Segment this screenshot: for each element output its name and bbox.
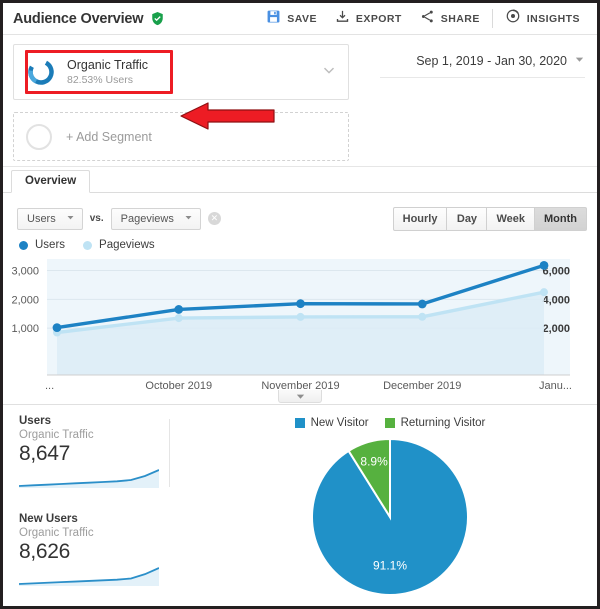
users-vs-pageviews-chart[interactable]: 1,000 2,000 3,000 2,000 4,000 6,000... October… bbox=[3, 253, 597, 392]
svg-text:1,000: 1,000 bbox=[11, 323, 39, 335]
save-button[interactable]: SAVE bbox=[257, 7, 326, 31]
green-shield-check-icon bbox=[150, 11, 165, 26]
export-download-icon bbox=[335, 9, 350, 29]
granularity-week[interactable]: Week bbox=[487, 206, 536, 231]
svg-text:3,000: 3,000 bbox=[11, 266, 39, 278]
legend-item-pageviews[interactable]: Pageviews bbox=[83, 239, 155, 251]
report-header: Audience Overview SAVE EXPORT SHARE INSI… bbox=[3, 3, 597, 35]
legend-label-pageviews: Pageviews bbox=[99, 239, 155, 251]
svg-text:November 2019: November 2019 bbox=[261, 380, 339, 389]
add-segment-button[interactable]: + Add Segment bbox=[13, 112, 349, 161]
share-nodes-icon bbox=[420, 9, 435, 29]
report-toolbar: SAVE EXPORT SHARE INSIGHTS bbox=[257, 7, 589, 31]
pie-legend-item-returning-visitor[interactable]: Returning Visitor bbox=[384, 417, 486, 429]
insights-button[interactable]: INSIGHTS bbox=[496, 7, 589, 31]
svg-text:4,000: 4,000 bbox=[542, 294, 570, 306]
pie-legend-label-returning-visitor: Returning Visitor bbox=[400, 417, 486, 429]
vs-label: vs. bbox=[89, 213, 104, 224]
metric-card-title: Users bbox=[19, 415, 51, 427]
chevron-down-icon bbox=[574, 54, 585, 68]
metric-cards-column: Users Organic Traffic 8,647 New Users Or… bbox=[3, 405, 183, 595]
svg-text:December 2019: December 2019 bbox=[383, 380, 461, 389]
metric-card-value: 8,647 bbox=[19, 442, 71, 465]
add-segment-circle-icon bbox=[26, 123, 52, 150]
segment-subtitle: 82.53% Users bbox=[67, 73, 133, 86]
metric-card-subtitle: Organic Traffic bbox=[19, 429, 94, 441]
tab-overview[interactable]: Overview bbox=[11, 170, 91, 193]
tab-strip: Overview bbox=[3, 167, 597, 193]
granularity-hourly[interactable]: Hourly bbox=[392, 206, 448, 231]
segment-text: Organic Traffic 82.53% Users bbox=[67, 58, 148, 87]
chart-footer bbox=[3, 389, 597, 405]
date-range-underline bbox=[380, 77, 585, 78]
segments-column: Organic Traffic 82.53% Users + Add Segme… bbox=[13, 44, 349, 161]
close-x-icon[interactable]: ✕ bbox=[207, 212, 221, 225]
svg-text:2,000: 2,000 bbox=[542, 323, 570, 335]
bottom-panels: Users Organic Traffic 8,647 New Users Or… bbox=[3, 405, 597, 597]
pie-legend-swatch-returning-visitor bbox=[384, 418, 395, 428]
add-segment-label: + Add Segment bbox=[66, 129, 152, 144]
chart-legend: Users Pageviews bbox=[3, 235, 597, 253]
chart-collapse-handle[interactable] bbox=[278, 390, 322, 403]
segment-donut-icon bbox=[26, 57, 56, 87]
date-range-label: Sep 1, 2019 - Jan 30, 2020 bbox=[416, 54, 567, 68]
save-label: SAVE bbox=[287, 12, 317, 25]
toolbar-divider bbox=[491, 9, 493, 28]
pie-legend-label-new-visitor: New Visitor bbox=[310, 417, 369, 429]
metric-card-value: 8,626 bbox=[19, 540, 71, 563]
svg-text:2,000: 2,000 bbox=[11, 294, 39, 306]
export-button[interactable]: EXPORT bbox=[326, 7, 411, 31]
sparkline-new-users bbox=[18, 567, 160, 586]
share-label: SHARE bbox=[440, 12, 480, 25]
pie-chart-holder: 91.1% 8.9% bbox=[183, 437, 597, 597]
metric-selector-row: Users vs. Pageviews ✕ Hourly Day Week Mo… bbox=[3, 193, 597, 235]
page-title: Audience Overview bbox=[13, 10, 144, 27]
primary-metric-dropdown[interactable]: Users bbox=[17, 207, 83, 230]
granularity-button-group: Hourly Day Week Month bbox=[392, 206, 587, 231]
granularity-month[interactable]: Month bbox=[535, 206, 587, 231]
secondary-metric-dropdown[interactable]: Pageviews bbox=[110, 207, 201, 230]
insights-circle-icon bbox=[505, 8, 521, 29]
primary-metric-label: Users bbox=[27, 212, 56, 225]
insights-label: INSIGHTS bbox=[526, 12, 580, 25]
segment-name: Organic Traffic bbox=[67, 57, 149, 72]
pie-label-returning-visitor: 8.9% bbox=[360, 455, 388, 469]
export-label: EXPORT bbox=[355, 12, 402, 25]
pie-legend: New Visitor Returning Visitor bbox=[183, 417, 597, 429]
pie-label-new-visitor: 91.1% bbox=[373, 558, 407, 572]
legend-item-users[interactable]: Users bbox=[19, 239, 65, 251]
metric-card-subtitle: Organic Traffic bbox=[19, 527, 94, 539]
share-button[interactable]: SHARE bbox=[411, 7, 489, 31]
chevron-down-icon bbox=[184, 213, 193, 225]
line-chart-svg: 1,0002,0003,0002,0004,0006,000... October… bbox=[11, 259, 572, 392]
segment-card-organic-traffic[interactable]: Organic Traffic 82.53% Users bbox=[13, 44, 349, 100]
chevron-down-icon[interactable] bbox=[320, 61, 338, 84]
secondary-metric-label: Pageviews bbox=[120, 212, 174, 225]
legend-dot-users bbox=[19, 240, 28, 250]
chevron-down-icon bbox=[66, 213, 75, 225]
analytics-report-window: Audience Overview SAVE EXPORT SHARE INSI… bbox=[0, 0, 600, 609]
pie-legend-swatch-new-visitor bbox=[294, 418, 305, 428]
visitor-type-pie-chart[interactable]: 91.1% 8.9% bbox=[310, 437, 470, 597]
segment-bar: Organic Traffic 82.53% Users + Add Segme… bbox=[3, 35, 597, 167]
metric-card-new-users[interactable]: New Users Organic Traffic 8,626 bbox=[18, 513, 183, 597]
sparkline-users bbox=[18, 469, 160, 488]
granularity-day[interactable]: Day bbox=[447, 206, 488, 231]
save-floppy-icon bbox=[266, 9, 281, 29]
legend-label-users: Users bbox=[35, 239, 66, 251]
date-range-column: Sep 1, 2019 - Jan 30, 2020 bbox=[349, 44, 587, 78]
metric-card-title: New Users bbox=[19, 513, 78, 525]
svg-text:October 2019: October 2019 bbox=[145, 380, 212, 389]
legend-dot-pageviews bbox=[83, 240, 93, 250]
svg-text:...: ... bbox=[45, 380, 54, 389]
metric-card-users[interactable]: Users Organic Traffic 8,647 bbox=[18, 415, 183, 499]
date-range-selector[interactable]: Sep 1, 2019 - Jan 30, 2020 bbox=[416, 54, 585, 68]
svg-text:Janu...: Janu... bbox=[539, 380, 572, 389]
pie-legend-item-new-visitor[interactable]: New Visitor bbox=[294, 417, 369, 429]
visitor-type-panel: New Visitor Returning Visitor 91.1% 8.9% bbox=[183, 405, 597, 597]
